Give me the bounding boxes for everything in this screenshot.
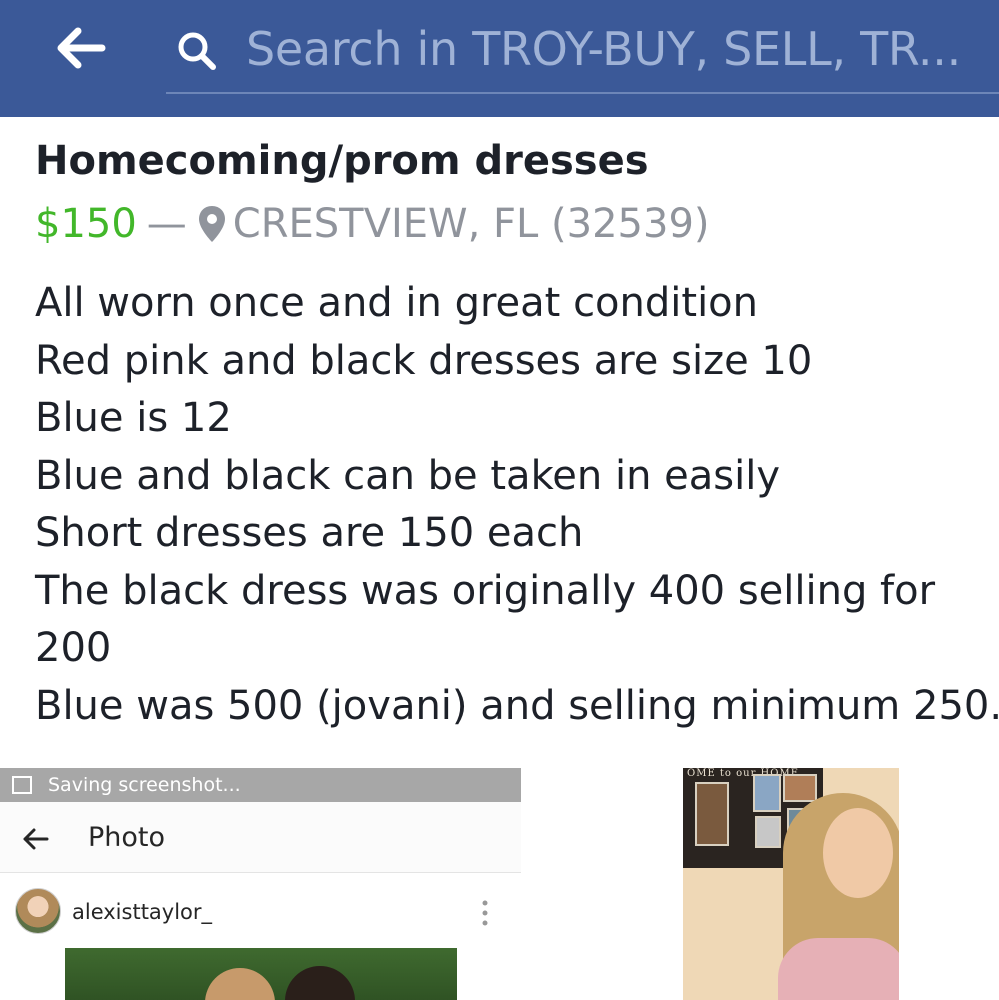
search-input[interactable]: Search in TROY-BUY, SELL, TR... bbox=[246, 22, 961, 76]
description-line: Short dresses are 150 each bbox=[35, 510, 584, 556]
listing-description: All worn once and in great condition Red… bbox=[35, 275, 999, 735]
separator: — bbox=[146, 201, 187, 247]
person-figure bbox=[205, 968, 275, 1000]
photo-header: Photo bbox=[0, 802, 521, 873]
wall-photo bbox=[783, 774, 817, 802]
screenshot-icon bbox=[12, 776, 32, 794]
listing-photo-1[interactable]: Saving screenshot... Photo alexisttaylor… bbox=[0, 768, 521, 1000]
location-pin-icon bbox=[198, 206, 225, 242]
listing-title: Homecoming/prom dresses bbox=[35, 138, 649, 184]
post-header: alexisttaylor_ bbox=[0, 872, 521, 952]
description-line: 200 bbox=[35, 625, 112, 671]
username: alexisttaylor_ bbox=[72, 900, 213, 924]
post-image bbox=[65, 948, 457, 1000]
search-bar[interactable]: Search in TROY-BUY, SELL, TR... bbox=[166, 8, 999, 94]
back-arrow-icon[interactable] bbox=[50, 18, 110, 78]
wall-photo bbox=[695, 782, 729, 846]
search-icon bbox=[178, 32, 216, 70]
person-face bbox=[823, 808, 893, 898]
description-line: Blue is 12 bbox=[35, 395, 232, 441]
description-line: Blue and black can be taken in easily bbox=[35, 452, 781, 499]
more-vertical-icon bbox=[482, 900, 488, 926]
status-text: Saving screenshot... bbox=[48, 774, 241, 796]
listing-meta: $150 — CRESTVIEW, FL (32539) bbox=[35, 198, 710, 250]
wall-photo bbox=[755, 816, 781, 848]
top-bar: Search in TROY-BUY, SELL, TR... bbox=[0, 0, 999, 117]
description-line: Red pink and black dresses are size 10 bbox=[35, 337, 813, 384]
listing-price: $150 bbox=[35, 201, 137, 247]
photo-title: Photo bbox=[88, 822, 166, 853]
description-line: All worn once and in great condition bbox=[35, 280, 759, 326]
status-bar: Saving screenshot... bbox=[0, 768, 521, 802]
listing-photo-2[interactable]: OME to our HOME bbox=[683, 768, 899, 1000]
listing-location[interactable]: CRESTVIEW, FL (32539) bbox=[233, 201, 710, 247]
avatar bbox=[15, 888, 61, 934]
person-figure bbox=[285, 966, 355, 1000]
description-line: Blue was 500 (jovani) and selling minimu… bbox=[35, 682, 999, 729]
person-dress bbox=[778, 938, 899, 1000]
wall-photo bbox=[753, 774, 781, 812]
back-arrow-icon bbox=[23, 828, 49, 850]
description-line: The black dress was originally 400 selli… bbox=[35, 567, 936, 614]
